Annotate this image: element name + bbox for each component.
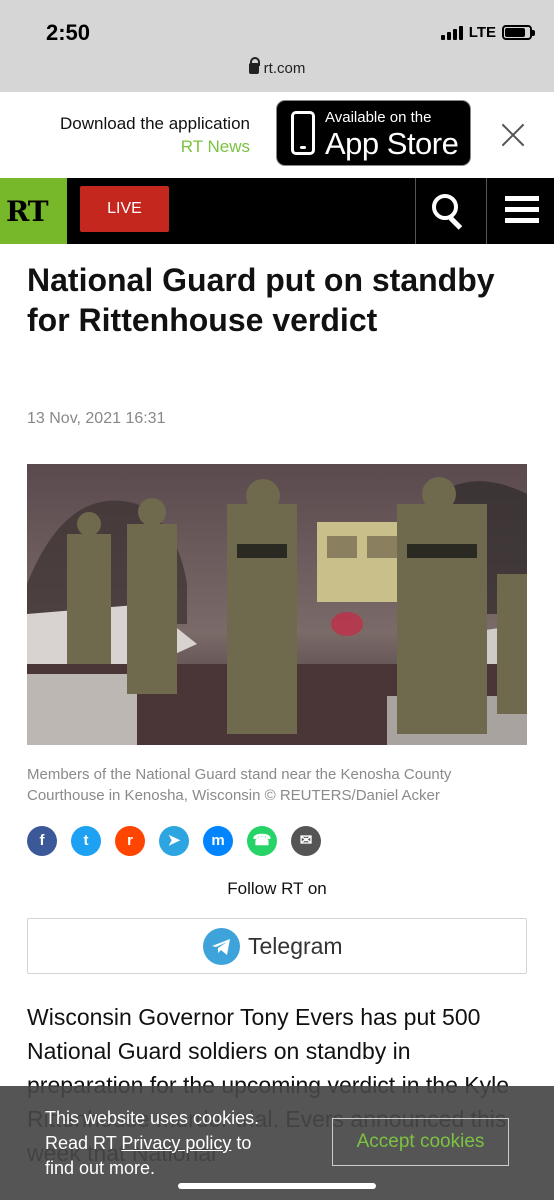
close-icon[interactable]: [500, 122, 526, 148]
facebook-icon[interactable]: f: [27, 826, 57, 856]
article-photo[interactable]: [27, 464, 527, 745]
follow-label: Follow RT on: [227, 879, 327, 898]
banner-title: Download the application: [60, 114, 250, 133]
battery-icon: [502, 25, 535, 40]
site-header: RT LIVE: [0, 178, 554, 244]
cookie-line1: This website uses cookies.: [45, 1108, 260, 1128]
header-divider: [415, 178, 416, 244]
cookie-read: Read RT: [45, 1133, 122, 1153]
app-store-label: App Store: [325, 126, 459, 161]
cookie-line3: find out more.: [45, 1158, 156, 1178]
network-type: LTE: [468, 24, 496, 41]
app-store-caption: Available on the: [325, 109, 432, 126]
banner-app-name: RT News: [180, 137, 250, 156]
photo-caption: Members of the National Guard stand near…: [27, 766, 452, 804]
status-indicators: LTE: [440, 24, 535, 41]
url-bar[interactable]: rt.com: [0, 56, 554, 92]
status-time: 2:50: [46, 20, 91, 45]
privacy-policy-link[interactable]: Privacy policy: [121, 1133, 231, 1153]
cookie-to: to: [231, 1133, 252, 1153]
header-divider: [486, 178, 487, 244]
share-bar: f t r ➤ m ☎ ✉: [27, 826, 321, 856]
accept-cookies-button[interactable]: Accept cookies: [332, 1118, 509, 1166]
logo-text: RT: [6, 195, 49, 228]
banner-text: Download the application RT News: [40, 114, 250, 157]
home-indicator[interactable]: [178, 1183, 376, 1189]
article-headline: National Guard put on standby for Ritten…: [27, 262, 495, 338]
reddit-icon[interactable]: r: [115, 826, 145, 856]
phone-icon: [291, 111, 315, 155]
telegram-logo-icon: [203, 928, 240, 965]
messenger-icon[interactable]: m: [203, 826, 233, 856]
telegram-follow-button[interactable]: Telegram: [27, 918, 527, 974]
lock-icon: [248, 57, 260, 74]
app-download-banner: Download the application RT News Availab…: [0, 92, 554, 178]
telegram-label: Telegram: [248, 933, 343, 959]
signal-icon: [440, 25, 463, 40]
rt-logo[interactable]: RT: [0, 178, 67, 244]
email-icon[interactable]: ✉: [291, 826, 321, 856]
menu-icon[interactable]: [505, 196, 539, 226]
url-text: rt.com: [263, 60, 306, 77]
telegram-icon[interactable]: ➤: [159, 826, 189, 856]
cookie-text: This website uses cookies. Read RT Priva…: [45, 1106, 305, 1181]
status-bar: 2:50 LTE: [0, 0, 554, 56]
article-date: 13 Nov, 2021 16:31: [27, 410, 166, 427]
soldiers-photo: [27, 464, 527, 745]
live-button[interactable]: LIVE: [80, 186, 169, 232]
whatsapp-icon[interactable]: ☎: [247, 826, 277, 856]
app-store-button[interactable]: Available on the App Store: [276, 100, 471, 166]
twitter-icon[interactable]: t: [71, 826, 101, 856]
search-icon[interactable]: [432, 194, 466, 230]
